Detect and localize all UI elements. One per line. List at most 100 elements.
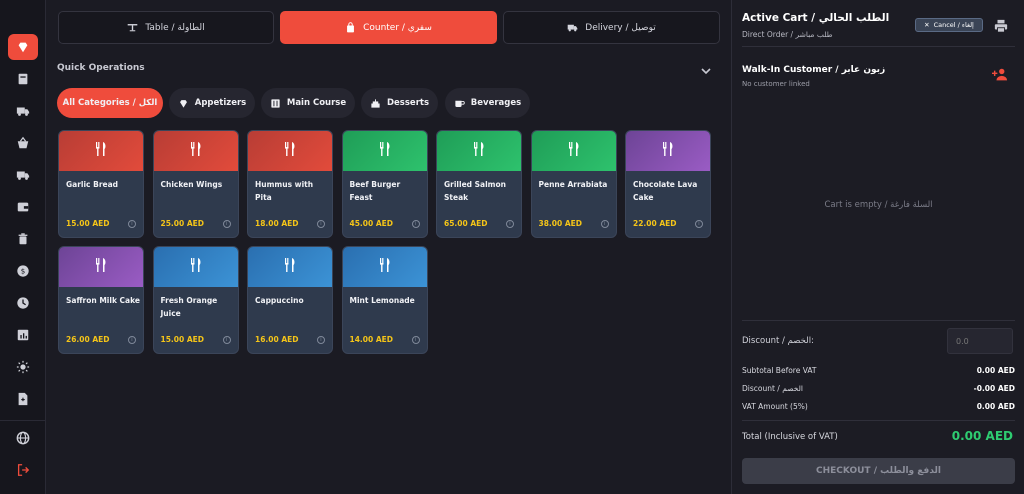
cart-title: Active Cart / الطلب الحالي — [742, 12, 890, 24]
product-price: 25.00 AED — [160, 219, 205, 228]
cake-icon — [371, 98, 380, 108]
product-card[interactable]: Chocolate Lava Cake 22.00 AED i — [625, 130, 711, 238]
order-mode-counter[interactable]: Counter / سفري — [280, 11, 497, 44]
category-appetizers[interactable]: Appetizers — [169, 88, 255, 118]
subtotal-row: Subtotal Before VAT 0.00 AED — [742, 366, 1015, 375]
logout-icon[interactable] — [8, 457, 38, 483]
sun-icon[interactable] — [8, 354, 38, 380]
product-price: 18.00 AED — [255, 219, 299, 228]
bag-icon — [347, 22, 355, 33]
product-card[interactable]: Cappuccino 16.00 AED i — [247, 246, 333, 354]
product-card[interactable]: Saffron Milk Cake 26.00 AED i — [58, 246, 144, 354]
product-name: Beef Burger Feast — [349, 180, 401, 202]
product-banner — [248, 247, 332, 287]
utensils-icon — [93, 257, 109, 277]
info-icon[interactable]: i — [317, 220, 325, 228]
gem-icon[interactable] — [8, 34, 38, 60]
utensils-icon — [282, 141, 298, 161]
discount-row-value: -0.00 AED — [973, 384, 1015, 393]
utensils-icon — [93, 141, 109, 161]
product-banner — [342, 247, 427, 287]
product-card[interactable]: Mint Lemonade 14.00 AED i — [341, 246, 428, 354]
category-beverages[interactable]: Beverages — [445, 88, 530, 118]
utensils-icon — [471, 141, 487, 161]
book-icon[interactable] — [8, 66, 38, 92]
info-icon[interactable]: i — [222, 220, 231, 228]
truck-icon[interactable] — [8, 98, 38, 124]
product-name: Hummus with Pita — [255, 180, 314, 202]
discount-row: Discount / الخصم -0.00 AED — [742, 384, 1015, 393]
wallet-icon[interactable] — [8, 194, 38, 220]
globe-icon[interactable] — [8, 425, 38, 451]
category-label: Desserts — [386, 98, 430, 108]
product-price: 65.00 AED — [444, 219, 488, 228]
product-banner — [153, 131, 238, 171]
delivery-truck-icon[interactable] — [8, 162, 38, 188]
product-name: Chicken Wings — [160, 180, 223, 189]
product-card[interactable]: Garlic Bread 15.00 AED i — [58, 130, 144, 238]
info-icon[interactable]: i — [411, 336, 420, 344]
file-icon[interactable] — [8, 386, 38, 412]
divider — [742, 46, 1015, 47]
cancel-button[interactable]: ✕ Cancel / إلغاء — [915, 18, 983, 32]
utensils-icon — [271, 98, 280, 108]
product-card[interactable]: Beef Burger Feast 45.00 AED i — [341, 130, 428, 238]
chevron-down-icon[interactable] — [700, 62, 712, 75]
info-icon[interactable]: i — [506, 220, 514, 228]
info-icon[interactable]: i — [411, 220, 420, 228]
category-label: Appetizers — [194, 98, 247, 108]
order-mode-label: Delivery / توصيل — [585, 22, 656, 33]
category-label: Main Course — [286, 98, 347, 108]
product-price: 14.00 AED — [349, 335, 394, 344]
gem-icon — [179, 99, 187, 108]
info-icon[interactable]: i — [695, 220, 703, 228]
order-mode-label: Table / الطاولة — [145, 22, 205, 33]
subtotal-value: 0.00 AED — [976, 366, 1015, 375]
cancel-label: Cancel / إلغاء — [933, 21, 974, 29]
category-all[interactable]: All Categories / الكل — [57, 88, 163, 118]
product-card[interactable]: Chicken Wings 25.00 AED i — [152, 130, 239, 238]
product-name: Chocolate Lava Cake — [633, 180, 698, 202]
customer-status: No customer linked — [742, 80, 810, 88]
trash-icon[interactable] — [8, 226, 38, 252]
utensils-icon — [188, 141, 204, 161]
info-icon[interactable]: i — [222, 336, 231, 344]
product-banner — [342, 131, 427, 171]
order-mode-delivery[interactable]: Delivery / توصيل — [503, 11, 720, 44]
checkout-button[interactable]: CHECKOUT / الدفع والطلب — [742, 458, 1015, 484]
product-price: 22.00 AED — [633, 219, 677, 228]
cart-empty-text: Cart is empty / السلة فارغة — [824, 200, 933, 210]
product-name: Fresh Orange Juice — [160, 296, 218, 318]
discount-row-label: Discount / الخصم — [742, 384, 803, 393]
product-card[interactable]: Penne Arrabiata 38.00 AED i — [530, 130, 617, 238]
category-label: Beverages — [470, 98, 522, 108]
info-icon[interactable]: i — [600, 220, 609, 228]
utensils-icon — [660, 141, 676, 161]
product-banner — [59, 131, 143, 171]
basket-icon[interactable] — [8, 130, 38, 156]
utensils-icon — [566, 141, 582, 161]
info-icon[interactable]: i — [317, 336, 325, 344]
total-label: Total (Inclusive of VAT) — [742, 432, 838, 442]
utensils-icon — [282, 257, 298, 277]
product-card[interactable]: Grilled Salmon Steak 65.00 AED i — [436, 130, 522, 238]
product-name: Grilled Salmon Steak — [444, 180, 506, 202]
chart-icon[interactable] — [8, 322, 38, 348]
product-price: 15.00 AED — [66, 219, 110, 228]
dollar-icon[interactable]: $ — [8, 258, 38, 284]
clock-icon[interactable] — [8, 290, 38, 316]
category-main-course[interactable]: Main Course — [261, 88, 355, 118]
product-banner — [626, 131, 710, 171]
product-card[interactable]: Hummus with Pita 18.00 AED i — [247, 130, 333, 238]
print-icon[interactable] — [994, 18, 1008, 33]
discount-input[interactable]: 0.0 — [947, 328, 1013, 354]
cart-subtitle: Direct Order / طلب مباشر — [742, 30, 833, 39]
order-mode-table[interactable]: Table / الطاولة — [58, 11, 274, 44]
info-icon[interactable]: i — [128, 336, 136, 344]
vat-row: VAT Amount (5%) 0.00 AED — [742, 402, 1015, 411]
category-desserts[interactable]: Desserts — [361, 88, 438, 118]
product-name: Penne Arrabiata — [538, 180, 608, 189]
add-user-icon[interactable] — [992, 66, 1008, 81]
product-card[interactable]: Fresh Orange Juice 15.00 AED i — [152, 246, 239, 354]
info-icon[interactable]: i — [128, 220, 136, 228]
